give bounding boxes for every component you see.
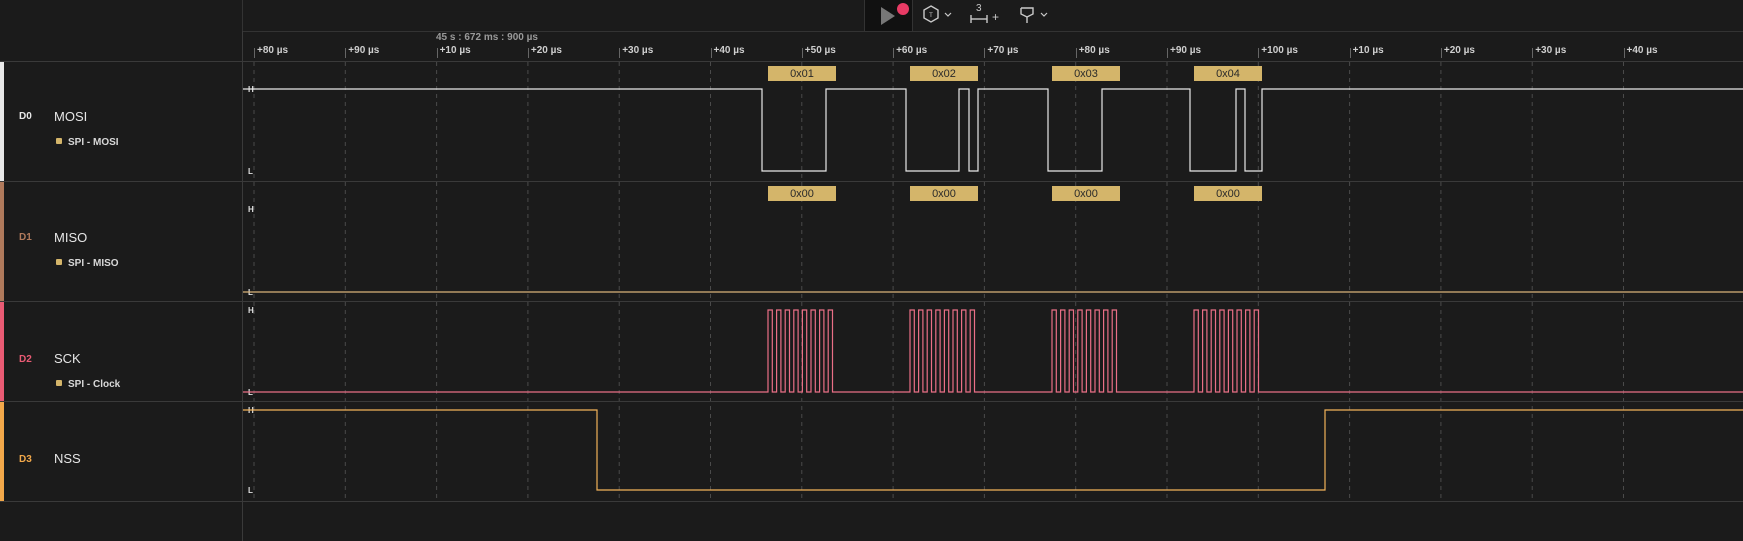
mosi-decoded-value: 0x04 [1216, 68, 1240, 80]
nss-waveform [243, 409, 1743, 491]
mosi-decoded-value: 0x03 [1074, 68, 1098, 80]
miso-decoded-value: 0x00 [1074, 188, 1098, 200]
waveform-area[interactable]: HLHLHLHL0x01 0x02 0x03 0x040x00 0x00 0x00 0x00 [0, 0, 1743, 541]
miso-decoded-value: 0x00 [1216, 188, 1240, 200]
sck-waveform [243, 309, 1743, 393]
mosi-decoded-value: 0x02 [932, 68, 956, 80]
mosi-decoded-value: 0x01 [790, 68, 814, 80]
miso-decoded-value: 0x00 [932, 188, 956, 200]
low-level-label: L [248, 167, 253, 176]
high-level-label: H [248, 205, 254, 214]
mosi-waveform [243, 88, 1743, 172]
low-level-label: L [248, 486, 253, 495]
high-level-label: H [248, 306, 254, 315]
miso-decoded-value: 0x00 [790, 188, 814, 200]
